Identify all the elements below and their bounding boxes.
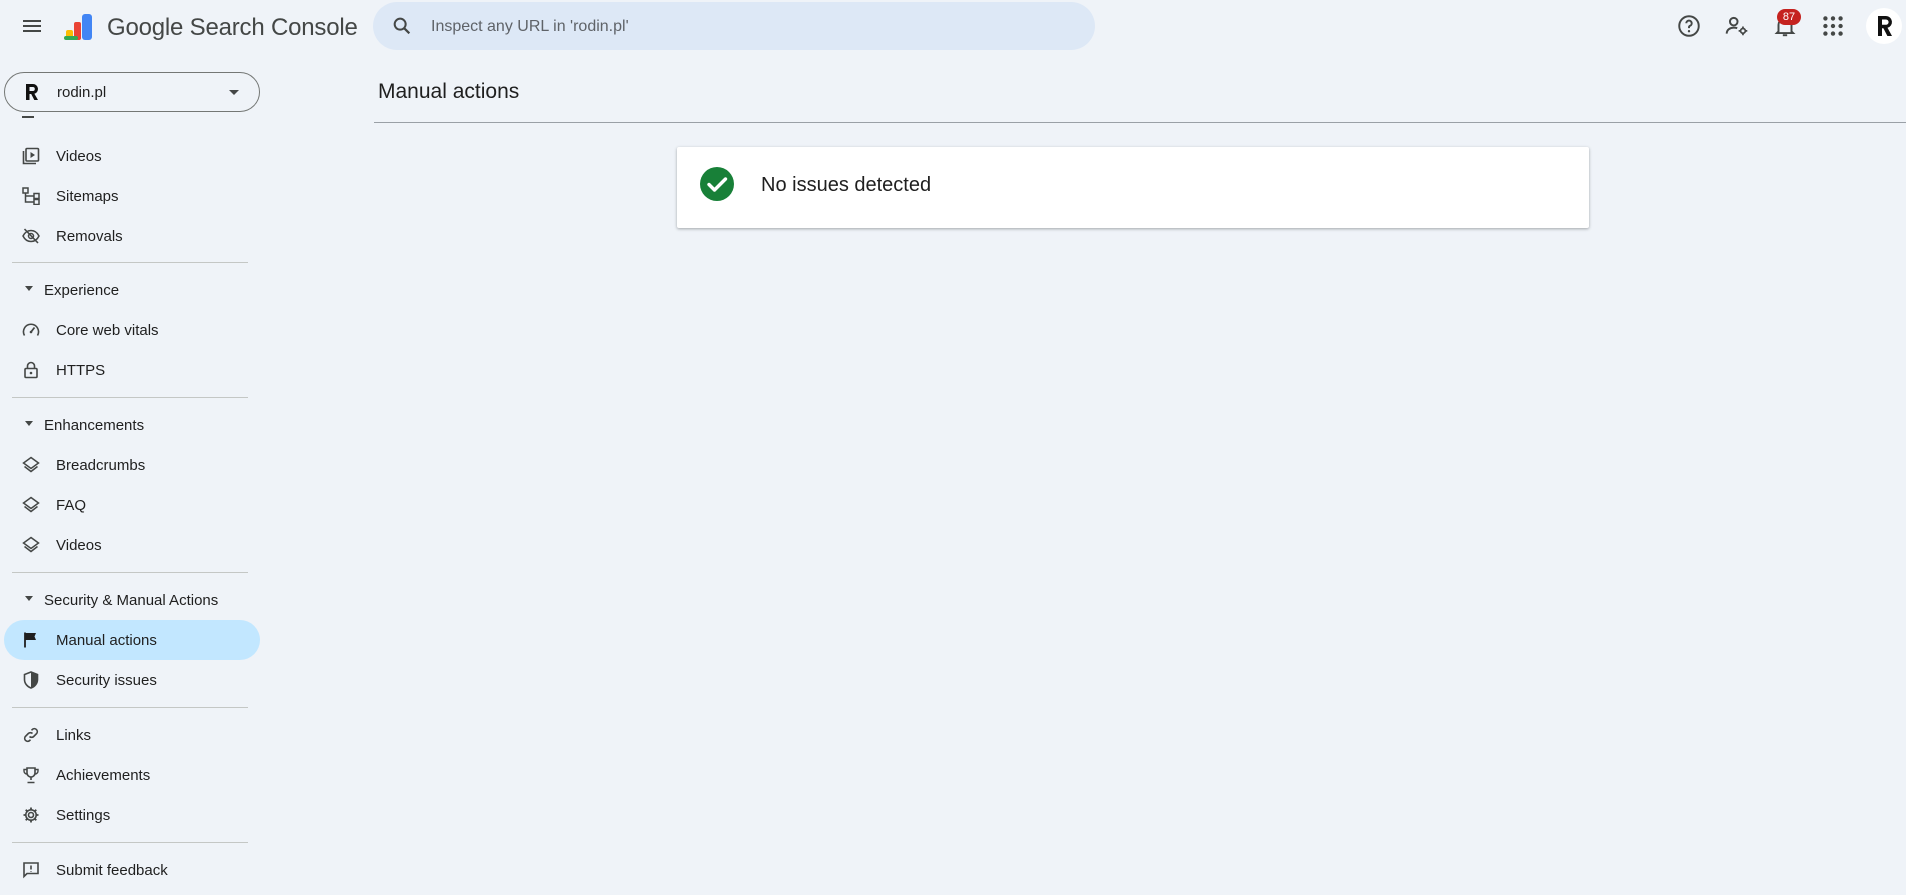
shield-icon [23, 671, 39, 689]
caret-down-icon [25, 286, 33, 291]
layers-icon [22, 496, 40, 513]
sidebar-item-label: Removals [56, 228, 123, 245]
sidebar-item-label: Achievements [56, 767, 151, 784]
sidebar-divider [12, 842, 248, 843]
property-name: rodin.pl [57, 84, 107, 101]
section-title: Security & Manual Actions [44, 592, 219, 609]
sidebar-divider [12, 397, 248, 398]
caret-down-icon [25, 421, 33, 426]
sidebar-item-label: Manual actions [56, 632, 157, 649]
sidebar-item-achievements[interactable]: Achievements [4, 755, 260, 795]
sidebar-item-links[interactable]: Links [4, 715, 260, 755]
link-icon [23, 727, 39, 743]
sidebar-divider [12, 572, 248, 573]
help-icon[interactable] [1676, 13, 1702, 39]
sidebar-item-core-web-vitals[interactable]: Core web vitals [4, 310, 260, 350]
sidebar-item-videos[interactable]: Videos [4, 136, 260, 176]
chevron-down-icon [229, 90, 239, 95]
sidebar-item-label: Settings [56, 807, 111, 824]
section-title: Experience [44, 282, 120, 299]
sidebar-divider [12, 707, 248, 708]
sidebar-item-faq[interactable]: FAQ [4, 485, 260, 525]
speedometer-icon [22, 323, 40, 336]
sidebar-item-label: Breadcrumbs [56, 457, 146, 474]
sidebar-item-breadcrumbs[interactable]: Breadcrumbs [4, 445, 260, 485]
sidebar-item-label: Sitemaps [56, 188, 119, 205]
url-inspection-search[interactable]: Inspect any URL in 'rodin.pl' [373, 2, 1095, 50]
search-input[interactable]: Inspect any URL in 'rodin.pl' [431, 18, 629, 36]
trophy-icon [23, 767, 39, 784]
gear-icon [23, 807, 39, 823]
caret-down-icon [25, 596, 33, 601]
sidebar-divider [12, 262, 248, 263]
section-title: Enhancements [44, 417, 145, 434]
search-icon [393, 17, 411, 35]
sidebar-item-label: Core web vitals [56, 322, 159, 339]
sitemap-icon [22, 187, 40, 205]
status-card: No issues detected [677, 147, 1589, 228]
title-divider [374, 122, 1906, 123]
flag-icon [24, 632, 36, 648]
sidebar-item-removals[interactable]: Removals [4, 216, 260, 256]
scrolled-item-fragment [22, 116, 34, 118]
feedback-icon [23, 862, 39, 879]
sidebar-item-label: HTTPS [56, 362, 106, 379]
app-title[interactable]: Google Search Console [107, 14, 358, 42]
sidebar-item-label: Security issues [56, 672, 157, 689]
notification-count-badge: 87 [1777, 9, 1801, 25]
sidebar-item-manual-actions[interactable]: Manual actions [4, 620, 260, 660]
video-library-icon [22, 147, 40, 165]
sidebar-item-label: Videos [56, 537, 102, 554]
property-selector[interactable]: rodin.pl [4, 72, 260, 112]
top-app-bar: Google Search Console Inspect any URL in… [0, 0, 1906, 52]
sidebar-item-security-issues[interactable]: Security issues [4, 660, 260, 700]
apps-icon[interactable] [1820, 13, 1846, 39]
sidebar-item-label: Links [56, 727, 92, 744]
sidebar-item-https[interactable]: HTTPS [4, 350, 260, 390]
sidebar-item-sitemaps[interactable]: Sitemaps [4, 176, 260, 216]
menu-icon[interactable] [20, 14, 44, 38]
eye-off-icon [22, 228, 40, 244]
search-console-logo[interactable] [62, 10, 96, 42]
status-message: No issues detected [761, 174, 932, 196]
lock-icon [24, 361, 38, 379]
page-title: Manual actions [378, 80, 520, 103]
avatar[interactable] [1866, 8, 1902, 44]
sidebar-item-label: Videos [56, 148, 102, 165]
layers-icon [22, 456, 40, 473]
check-circle-icon [700, 167, 734, 201]
sidebar-item-label: Submit feedback [56, 862, 168, 879]
sidebar-item-videos-enhancement[interactable]: Videos [4, 525, 260, 565]
layers-icon [22, 536, 40, 553]
sidebar-item-settings[interactable]: Settings [4, 795, 260, 835]
property-favicon [26, 84, 38, 100]
sidebar-item-submit-feedback[interactable]: Submit feedback [4, 850, 260, 890]
sidebar-item-label: FAQ [56, 497, 87, 514]
manage-users-icon[interactable] [1724, 13, 1750, 39]
